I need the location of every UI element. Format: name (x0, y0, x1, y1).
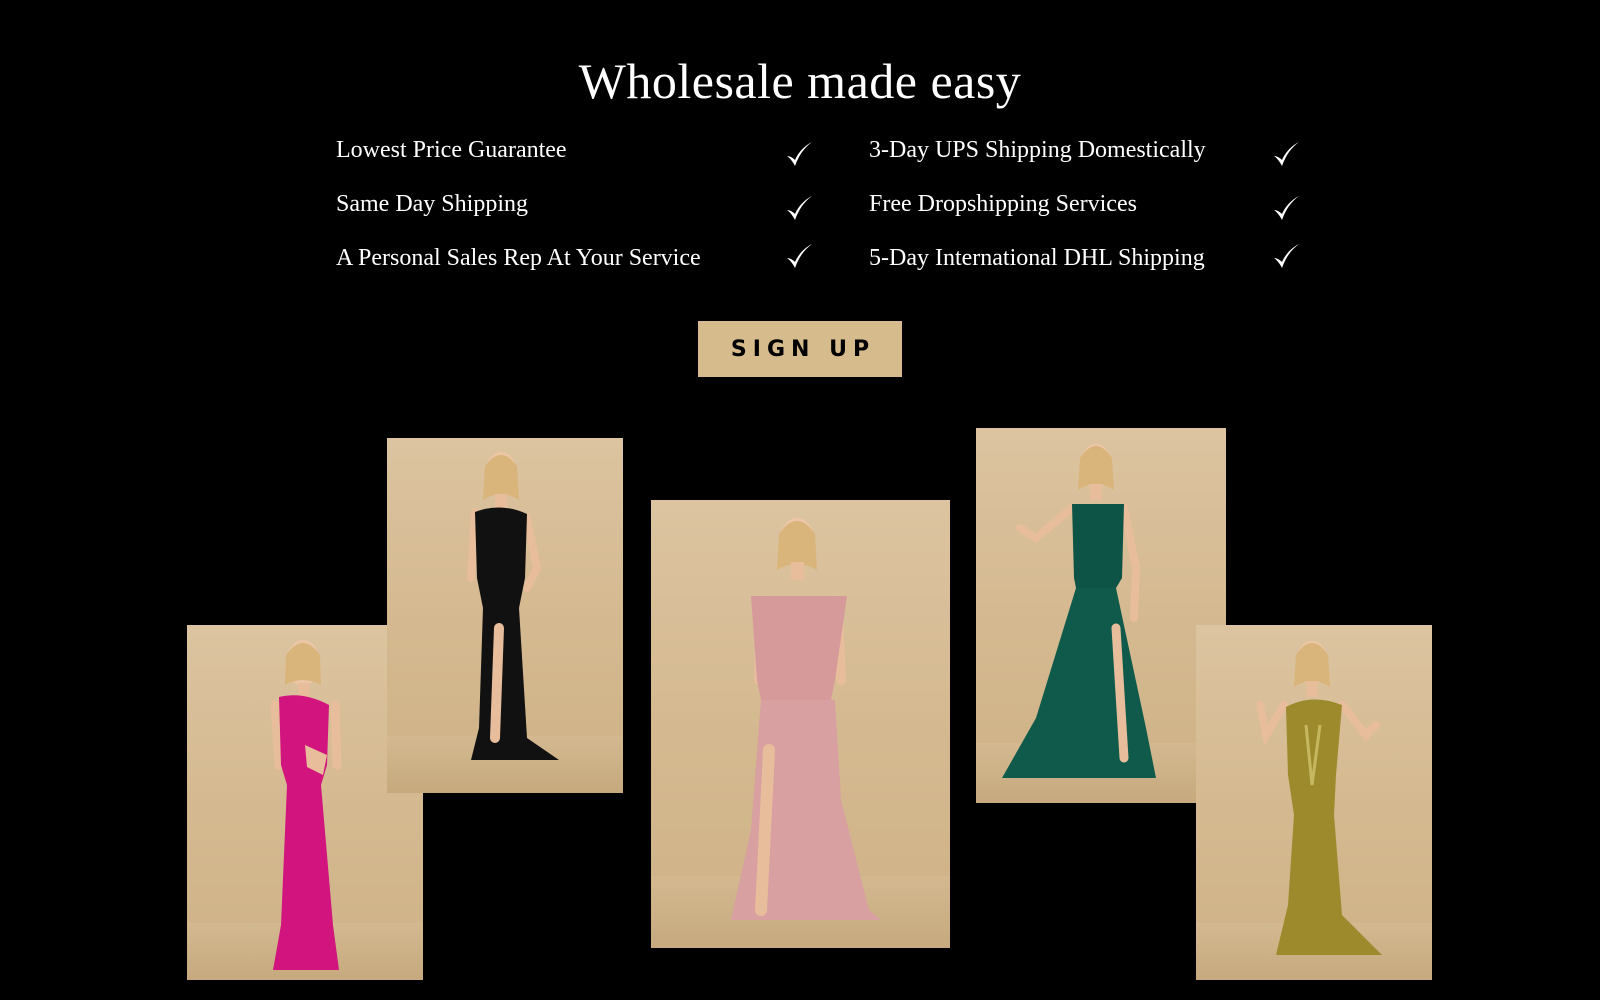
product-photo-gold-gown[interactable] (1196, 625, 1432, 980)
checkmark-icon (784, 140, 814, 170)
product-photo-emerald-gown[interactable] (976, 428, 1226, 803)
checkmark-icon (1271, 140, 1301, 170)
model-figure (1256, 641, 1382, 955)
feature-label: A Personal Sales Rep At Your Service (336, 245, 701, 271)
feature-label: Free Dropshipping Services (869, 191, 1137, 217)
feature-item: Same Day Shipping (336, 188, 816, 232)
checkmark-icon (1271, 194, 1301, 224)
feature-item: 5-Day International DHL Shipping (869, 242, 1349, 286)
feature-item: Free Dropshipping Services (869, 188, 1349, 232)
checkmark-icon (784, 194, 814, 224)
product-photo-black-gown[interactable] (387, 438, 623, 793)
checkmark-icon (1271, 242, 1301, 272)
product-photo-blush-satin-gown[interactable] (651, 500, 950, 948)
feature-item: Lowest Price Guarantee (336, 134, 816, 178)
model-figure (467, 452, 559, 760)
feature-label: Lowest Price Guarantee (336, 137, 567, 163)
feature-label: 3-Day UPS Shipping Domestically (869, 137, 1206, 163)
feature-item: A Personal Sales Rep At Your Service (336, 242, 816, 286)
model-figure (731, 518, 881, 920)
checkmark-icon (784, 242, 814, 272)
feature-label: 5-Day International DHL Shipping (869, 245, 1205, 271)
feature-label: Same Day Shipping (336, 191, 528, 217)
feature-item: 3-Day UPS Shipping Domestically (869, 134, 1349, 178)
section-title: Wholesale made easy (578, 53, 1022, 109)
model-figure (1002, 444, 1156, 778)
signup-button[interactable]: SIGN UP (698, 321, 902, 377)
